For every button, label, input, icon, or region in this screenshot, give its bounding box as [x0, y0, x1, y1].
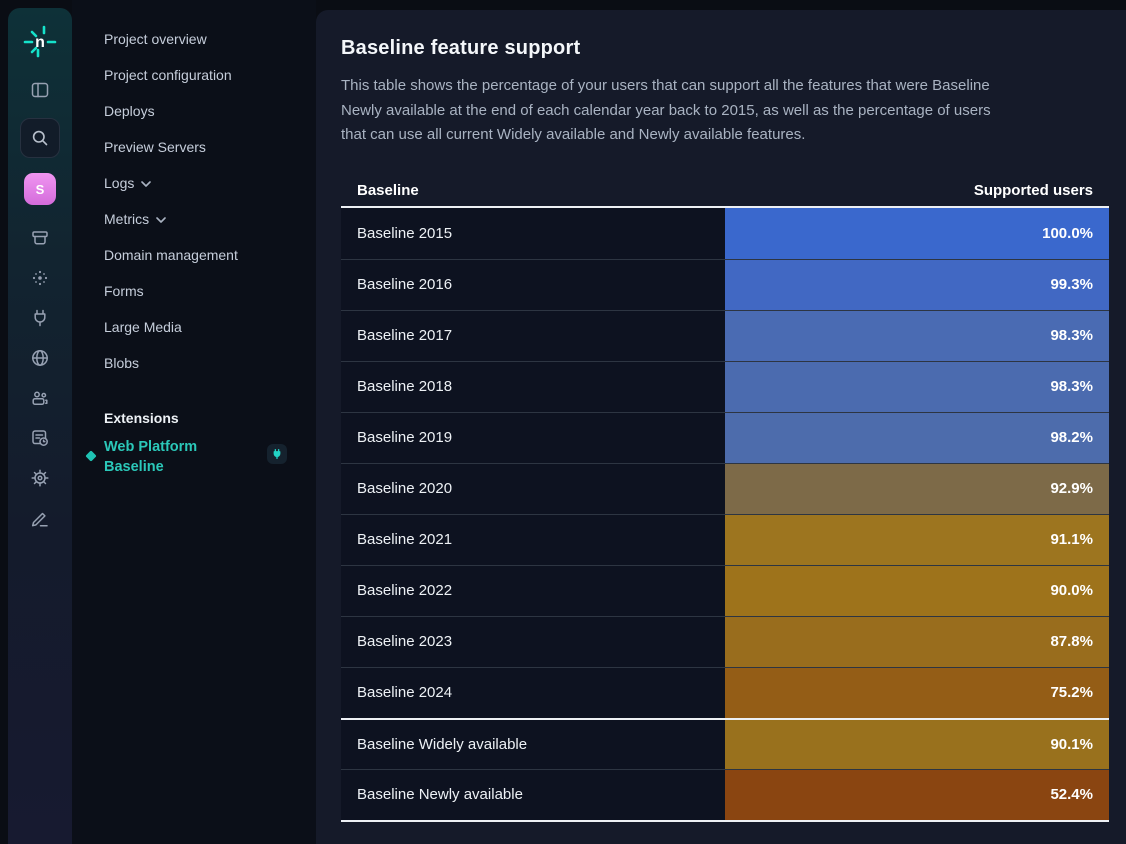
pencil-icon[interactable]: [29, 507, 51, 529]
sidebar-item-domain-management[interactable]: Domain management: [104, 243, 316, 267]
supported-users-bar: 52.4%: [725, 770, 1109, 820]
row-label: Baseline 2022: [341, 566, 725, 616]
row-label: Baseline 2015: [341, 208, 725, 259]
sidebar-item-large-media[interactable]: Large Media: [104, 315, 316, 339]
diamond-bullet-icon: [85, 450, 96, 461]
supported-users-bar: 92.9%: [725, 464, 1109, 514]
table-row: Baseline 2020 92.9%: [341, 463, 1109, 514]
supported-users-value: 92.9%: [1050, 480, 1093, 497]
sidebar-item-preview-servers[interactable]: Preview Servers: [104, 135, 316, 159]
sidebar-item-project-overview[interactable]: Project overview: [104, 27, 316, 51]
row-label: Baseline 2024: [341, 668, 725, 718]
row-label: Baseline 2020: [341, 464, 725, 514]
supported-users-value: 91.1%: [1050, 531, 1093, 548]
table-row: Baseline 2018 98.3%: [341, 361, 1109, 412]
sidebar-item-label: Metrics: [104, 211, 149, 227]
supported-users-value: 90.0%: [1050, 582, 1093, 599]
sidebar-item-logs[interactable]: Logs: [104, 171, 316, 195]
chevron-down-icon: [156, 217, 166, 223]
supported-users-value: 100.0%: [1042, 225, 1093, 242]
sidebar-item-label: Project overview: [104, 31, 207, 47]
plug-icon[interactable]: [29, 307, 51, 329]
sidebar-menu: Project overview Project configuration Dep…: [104, 27, 316, 375]
gear-icon[interactable]: [29, 467, 51, 489]
row-label: Baseline 2019: [341, 413, 725, 463]
supported-users-value: 98.2%: [1050, 429, 1093, 446]
table-row: Baseline 2015 100.0%: [341, 208, 1109, 259]
archive-box-icon[interactable]: [29, 227, 51, 249]
baseline-table: Baseline 2015100.0%Baseline 201699.3%Bas…: [341, 208, 1109, 822]
row-label: Baseline 2018: [341, 362, 725, 412]
row-label: Baseline 2017: [341, 311, 725, 361]
table-row: Baseline 2017 98.3%: [341, 310, 1109, 361]
supported-users-bar: 98.2%: [725, 413, 1109, 463]
row-label: Baseline Newly available: [341, 770, 725, 820]
row-label: Baseline Widely available: [341, 720, 725, 769]
sidebar-item-label: Deploys: [104, 103, 155, 119]
extension-label: Web Platform Baseline: [104, 437, 222, 477]
sidebar-item-label: Domain management: [104, 247, 238, 263]
plug-badge-icon: [267, 444, 287, 464]
sidebar-item-label: Blobs: [104, 355, 139, 371]
audit-log-icon[interactable]: [29, 427, 51, 449]
column-header-supported-users: Supported users: [974, 182, 1093, 199]
table-row: Baseline 2024 75.2%: [341, 667, 1109, 718]
sparkle-icon[interactable]: [29, 267, 51, 289]
sidebar-item-label: Large Media: [104, 319, 182, 335]
sidebar-item-web-platform-baseline[interactable]: Web Platform Baseline: [104, 437, 316, 477]
supported-users-bar: 90.0%: [725, 566, 1109, 616]
table-header: Baseline Supported users: [341, 182, 1109, 208]
column-header-baseline: Baseline: [357, 182, 419, 199]
supported-users-bar: 99.3%: [725, 260, 1109, 310]
sidebar-item-label: Logs: [104, 175, 134, 191]
supported-users-bar: 98.3%: [725, 311, 1109, 361]
supported-users-value: 98.3%: [1050, 327, 1093, 344]
sidebar-item-blobs[interactable]: Blobs: [104, 351, 316, 375]
row-label: Baseline 2021: [341, 515, 725, 565]
sidebar-item-deploys[interactable]: Deploys: [104, 99, 316, 123]
supported-users-value: 87.8%: [1050, 633, 1093, 650]
table-row: Baseline 2022 90.0%: [341, 565, 1109, 616]
svg-text:n: n: [35, 34, 45, 51]
table-row: Baseline 2023 87.8%: [341, 616, 1109, 667]
sidebar: Project overview Project configuration Dep…: [72, 0, 316, 844]
table-row: Baseline Newly available 52.4%: [341, 769, 1109, 820]
search-icon[interactable]: [20, 118, 60, 158]
netlify-logo-icon[interactable]: n: [23, 23, 57, 59]
supported-users-bar: 91.1%: [725, 515, 1109, 565]
supported-users-bar: 100.0%: [725, 208, 1109, 259]
icon-rail: n S: [8, 8, 72, 844]
sidebar-item-label: Forms: [104, 283, 144, 299]
main-panel: Baseline feature support This table show…: [316, 10, 1126, 844]
row-label: Baseline 2016: [341, 260, 725, 310]
supported-users-value: 90.1%: [1050, 736, 1093, 753]
avatar[interactable]: S: [24, 173, 56, 205]
supported-users-bar: 87.8%: [725, 617, 1109, 667]
supported-users-value: 75.2%: [1050, 684, 1093, 701]
sidebar-item-label: Preview Servers: [104, 139, 206, 155]
table-row: Baseline 2019 98.2%: [341, 412, 1109, 463]
sidebar-item-project-configuration[interactable]: Project configuration: [104, 63, 316, 87]
table-row: Baseline 2021 91.1%: [341, 514, 1109, 565]
page-title: Baseline feature support: [341, 37, 1109, 60]
supported-users-bar: 75.2%: [725, 668, 1109, 718]
extensions-heading: Extensions: [104, 406, 316, 430]
team-icon[interactable]: [29, 387, 51, 409]
supported-users-value: 52.4%: [1050, 786, 1093, 803]
chevron-down-icon: [141, 181, 151, 187]
sidebar-item-label: Project configuration: [104, 67, 232, 83]
row-label: Baseline 2023: [341, 617, 725, 667]
sidebar-item-metrics[interactable]: Metrics: [104, 207, 316, 231]
sidebar-item-forms[interactable]: Forms: [104, 279, 316, 303]
sidebar-toggle-icon[interactable]: [29, 79, 51, 101]
supported-users-value: 98.3%: [1050, 378, 1093, 395]
supported-users-bar: 98.3%: [725, 362, 1109, 412]
globe-icon[interactable]: [29, 347, 51, 369]
page-description: This table shows the percentage of your …: [341, 74, 999, 148]
table-row: Baseline 2016 99.3%: [341, 259, 1109, 310]
table-row: Baseline Widely available 90.1%: [341, 718, 1109, 769]
supported-users-value: 99.3%: [1050, 276, 1093, 293]
supported-users-bar: 90.1%: [725, 720, 1109, 769]
